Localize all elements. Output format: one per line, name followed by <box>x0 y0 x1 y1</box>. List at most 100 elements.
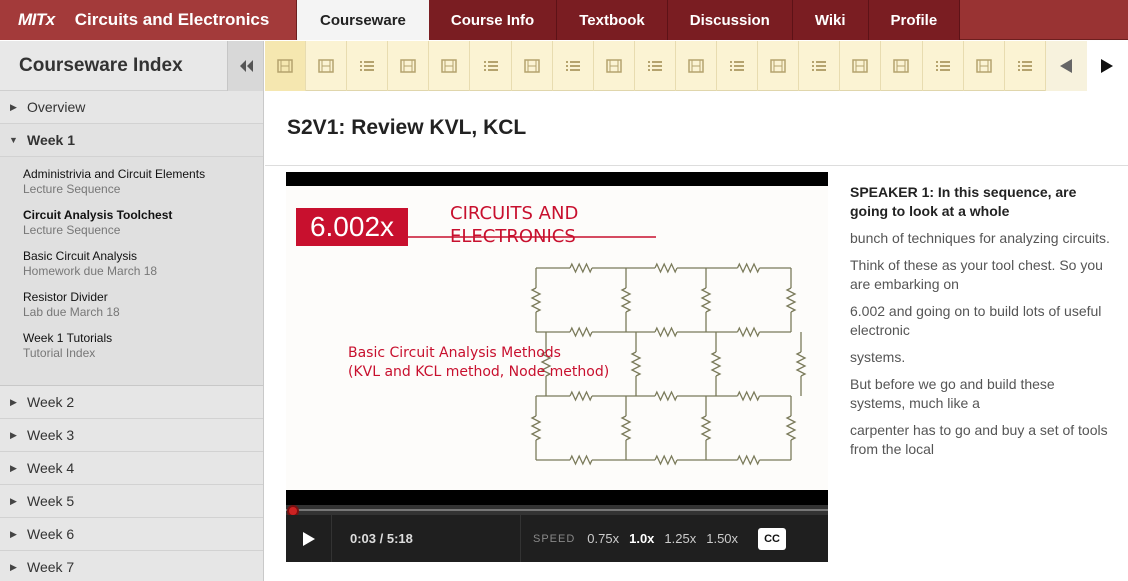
sequence-item-18[interactable] <box>964 41 1005 91</box>
sequence-item-2[interactable] <box>306 41 348 91</box>
week-label: Week 2 <box>27 394 75 410</box>
double-chevron-left-icon <box>239 59 253 72</box>
triangle-left-icon <box>1060 59 1073 73</box>
lesson-title: Administrivia and Circuit Elements <box>23 167 206 181</box>
sequence-item-6[interactable] <box>470 41 512 91</box>
lesson-title: Resistor Divider <box>23 290 108 304</box>
sequence-item-3[interactable] <box>347 41 389 91</box>
sequence-item-8[interactable] <box>553 41 594 91</box>
sidebar-lesson-resistor-divider[interactable]: Resistor Divider Lab due March 18 <box>0 290 263 331</box>
transcript-line[interactable]: SPEAKER 1: In this sequence, are going t… <box>850 183 1112 221</box>
video-icon <box>688 59 704 73</box>
video-frame[interactable]: 6.002x CIRCUITS AND ELECTRONICS Basic Ci… <box>286 186 828 490</box>
transcript-line[interactable]: 6.002 and going on to build lots of usef… <box>850 302 1112 340</box>
list-icon <box>647 61 662 71</box>
tab-textbook[interactable]: Textbook <box>557 0 668 40</box>
closed-captions-button[interactable]: CC <box>758 527 787 550</box>
sequence-item-4[interactable] <box>388 41 430 91</box>
sidebar-week-5[interactable]: ▶ Week 5 <box>0 485 263 518</box>
play-button[interactable] <box>286 515 332 562</box>
tab-discussion[interactable]: Discussion <box>667 0 793 40</box>
tab-profile[interactable]: Profile <box>868 0 961 40</box>
sidebar-week-overview[interactable]: ▶ Overview <box>0 91 263 124</box>
sequence-item-13[interactable] <box>758 41 800 91</box>
video-icon <box>441 59 458 73</box>
caret-right-icon: ▶ <box>10 462 17 473</box>
week-1-items: Administrivia and Circuit Elements Lectu… <box>0 157 263 386</box>
sequence-item-14[interactable] <box>799 41 841 91</box>
divider <box>265 165 1128 166</box>
tab-courseware[interactable]: Courseware <box>297 0 429 40</box>
transcript-panel: SPEAKER 1: In this sequence, are going t… <box>850 183 1112 467</box>
sequence-item-16[interactable] <box>881 41 923 91</box>
video-icon <box>770 59 786 73</box>
speed-selector: SPEED 0.75x 1.0x 1.25x 1.50x <box>520 515 748 562</box>
collapse-sidebar-button[interactable] <box>227 40 263 91</box>
transcript-line[interactable]: Think of these as your tool chest. So yo… <box>850 256 1112 294</box>
caret-right-icon: ▶ <box>10 396 17 407</box>
sequence-item-17[interactable] <box>923 41 964 91</box>
video-progress-bar[interactable] <box>286 505 828 517</box>
week-label: Week 1 <box>27 132 75 148</box>
slide-subtitle-line: Basic Circuit Analysis Methods <box>348 345 561 361</box>
transcript-line[interactable]: systems. <box>850 348 1112 367</box>
page-title: S2V1: Review KVL, KCL <box>287 116 527 139</box>
speed-option-1-0[interactable]: 1.0x <box>629 531 654 546</box>
transcript-line[interactable]: bunch of techniques for analyzing circui… <box>850 229 1112 248</box>
lesson-subtitle: Homework due March 18 <box>23 264 158 278</box>
sequence-item-19[interactable] <box>1005 41 1046 91</box>
sequence-item-12[interactable] <box>717 41 759 91</box>
sidebar-lesson-administrivia[interactable]: Administrivia and Circuit Elements Lectu… <box>0 167 263 208</box>
sidebar-week-1[interactable]: ▼ Week 1 <box>0 124 263 157</box>
transcript-line[interactable]: But before we go and build these systems… <box>850 375 1112 413</box>
video-icon <box>606 59 622 73</box>
sidebar-week-3[interactable]: ▶ Week 3 <box>0 419 263 452</box>
transcript-line[interactable]: carpenter has to go and buy a set of too… <box>850 421 1112 459</box>
course-name: Circuits and Electronics <box>74 10 270 29</box>
sidebar-lesson-basic-circuit-analysis[interactable]: Basic Circuit Analysis Homework due Marc… <box>0 249 263 290</box>
video-icon <box>975 59 992 73</box>
sequence-item-1[interactable] <box>265 41 307 91</box>
list-icon <box>730 61 745 71</box>
sequence-item-11[interactable] <box>676 41 718 91</box>
sequence-item-5[interactable] <box>429 41 471 91</box>
sequence-navigation <box>265 41 1128 91</box>
sequence-item-7[interactable] <box>512 41 553 91</box>
sidebar-week-7[interactable]: ▶ Week 7 <box>0 551 263 581</box>
week-label: Overview <box>27 99 86 115</box>
sidebar-week-6[interactable]: ▶ Week 6 <box>0 518 263 551</box>
speed-option-1-50[interactable]: 1.50x <box>706 531 738 546</box>
lesson-title: Basic Circuit Analysis <box>23 249 138 263</box>
caret-right-icon: ▶ <box>10 429 17 440</box>
list-icon <box>360 61 375 71</box>
caret-down-icon: ▼ <box>9 135 18 145</box>
list-icon <box>1017 61 1032 71</box>
brand[interactable]: MITx Circuits and Electronics <box>0 0 297 40</box>
sequence-item-9[interactable] <box>594 41 635 91</box>
video-icon <box>277 59 293 73</box>
sidebar-lesson-week1-tutorials[interactable]: Week 1 Tutorials Tutorial Index <box>0 331 263 372</box>
sequence-item-10[interactable] <box>635 41 676 91</box>
week-label: Week 6 <box>27 526 75 542</box>
slide-subtitle-line: (KVL and KCL method, Node method) <box>348 364 610 380</box>
sequence-item-15[interactable] <box>840 41 882 91</box>
tab-wiki[interactable]: Wiki <box>792 0 869 40</box>
speed-label: SPEED <box>533 532 576 545</box>
triangle-right-icon <box>1101 59 1114 73</box>
speed-option-1-25[interactable]: 1.25x <box>664 531 696 546</box>
video-time: 0:03 / 5:18 <box>350 531 413 546</box>
tab-course-info[interactable]: Course Info <box>428 0 558 40</box>
sequence-prev-button[interactable] <box>1045 41 1087 91</box>
lesson-subtitle: Lab due March 18 <box>23 305 120 319</box>
mitx-logo: MITx <box>18 10 55 29</box>
week-label: Week 4 <box>27 460 75 476</box>
lesson-subtitle: Lecture Sequence <box>23 182 121 196</box>
courseware-index-sidebar: Courseware Index ▶ Overview ▼ Week 1 Adm… <box>0 40 264 581</box>
sidebar-week-4[interactable]: ▶ Week 4 <box>0 452 263 485</box>
list-icon <box>812 61 827 71</box>
sequence-next-button[interactable] <box>1086 41 1128 91</box>
speed-option-0-75[interactable]: 0.75x <box>587 531 619 546</box>
list-icon <box>935 61 950 71</box>
sidebar-week-2[interactable]: ▶ Week 2 <box>0 386 263 419</box>
sidebar-lesson-circuit-analysis-toolchest[interactable]: Circuit Analysis Toolchest Lecture Seque… <box>0 208 263 249</box>
